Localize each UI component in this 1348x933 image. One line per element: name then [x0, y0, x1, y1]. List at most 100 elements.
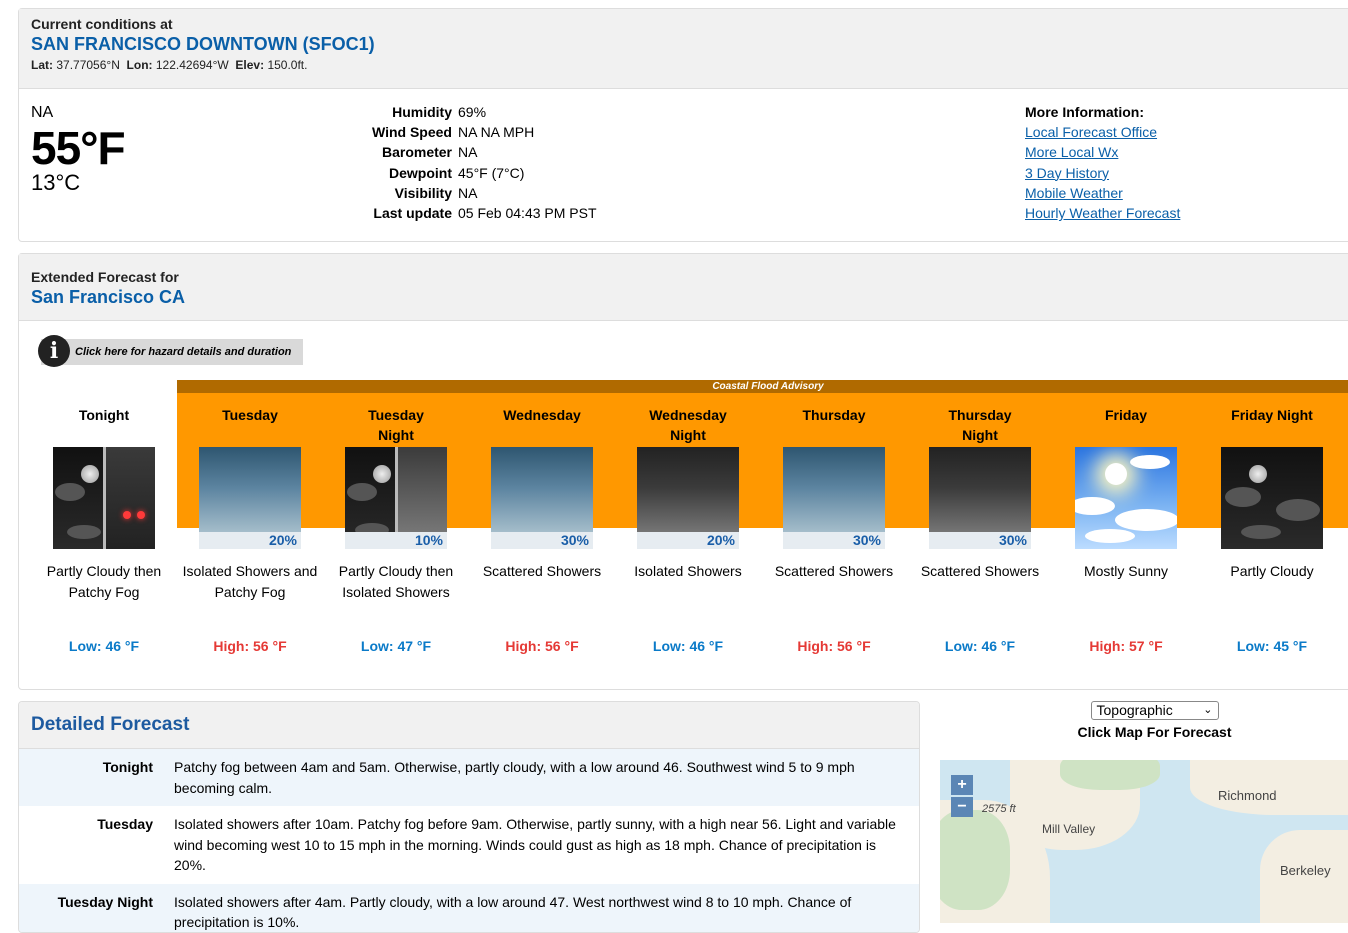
zoom-in-button[interactable]: + — [951, 775, 973, 795]
mobile-weather-link[interactable]: Mobile Weather — [1025, 185, 1123, 201]
detail-row-barometer: BarometerNA — [369, 142, 600, 162]
period-name: Wednesday Night — [615, 405, 761, 447]
forecast-period[interactable]: Thursday Night 30% Scattered Showers Low: 4… — [907, 405, 1053, 654]
period-description: Partly Cloudy then Isolated Showers — [323, 561, 469, 625]
current-summary: NA 55°F 13°C — [31, 104, 125, 194]
period-name: Tuesday — [177, 405, 323, 447]
period-temperature: High: 56 °F — [761, 638, 907, 654]
more-information: More Information: Local Forecast Office … — [1025, 102, 1180, 223]
period-temperature: Low: 46 °F — [907, 638, 1053, 654]
map-hint: Click Map For Forecast — [1062, 724, 1247, 740]
map-label-mill-valley: Mill Valley — [1042, 822, 1095, 836]
period-temperature: Low: 45 °F — [1199, 638, 1345, 654]
more-local-wx-link[interactable]: More Local Wx — [1025, 144, 1118, 160]
detail-key: Wind Speed — [369, 122, 455, 142]
period-temperature: High: 56 °F — [469, 638, 615, 654]
detail-forecast-row: Tonight Patchy fog between 4am and 5am. … — [19, 749, 919, 806]
elev-label: Elev: — [235, 58, 264, 72]
period-description: Isolated Showers — [615, 561, 761, 625]
detail-forecast-row: Tuesday Isolated showers after 10am. Pat… — [19, 806, 919, 884]
detail-value: NA NA MPH — [455, 122, 600, 142]
local-forecast-office-link[interactable]: Local Forecast Office — [1025, 124, 1157, 140]
forecast-period[interactable]: Wednesday30%Scattered ShowersHigh: 56 °F — [469, 405, 615, 654]
lon-value: 122.42694°W — [156, 58, 229, 72]
map-type-select[interactable]: Topographic ⌄ — [1091, 701, 1219, 720]
map-tools: Topographic ⌄ Click Map For Forecast — [1062, 701, 1247, 740]
forecast-period[interactable]: FridayMostly SunnyHigh: 57 °F — [1053, 405, 1199, 654]
current-conditions-header: Current conditions at SAN FRANCISCO DOWN… — [19, 9, 1348, 89]
coastal-flood-advisory-bar[interactable]: Coastal Flood Advisory — [177, 380, 1348, 393]
period-description: Scattered Showers — [907, 561, 1053, 625]
zoom-out-button[interactable]: − — [951, 797, 973, 817]
forecast-period[interactable]: Thursday30%Scattered ShowersHigh: 56 °F — [761, 405, 907, 654]
detail-text: Isolated showers after 4am. Partly cloud… — [174, 892, 919, 933]
hourly-forecast-link[interactable]: Hourly Weather Forecast — [1025, 205, 1180, 221]
forecast-period[interactable]: Wednesday Night 20% Isolated Showers Low: 4… — [615, 405, 761, 654]
detail-forecast-row: Tuesday Night Isolated showers after 4am… — [19, 884, 919, 933]
detailed-forecast-panel: Detailed Forecast Tonight Patchy fog bet… — [18, 701, 920, 933]
detailed-forecast-heading: Detailed Forecast — [19, 702, 919, 749]
lat-value: 37.77056°N — [56, 58, 120, 72]
night-showers-icon: 20% — [637, 447, 739, 549]
detail-key: Visibility — [369, 183, 455, 203]
showers-icon: 30% — [783, 447, 885, 549]
night-cloudy-showers-icon: 10% — [345, 447, 447, 549]
night-showers-icon: 30% — [929, 447, 1031, 549]
hazard-details-button[interactable]: Click here for hazard details and durati… — [41, 339, 303, 365]
detail-key: Dewpoint — [369, 163, 455, 183]
period-name: Friday Night — [1199, 405, 1345, 447]
detail-row-humidity: Humidity69% — [369, 102, 600, 122]
map-label-richmond: Richmond — [1218, 788, 1277, 803]
period-name: Tonight — [31, 405, 177, 447]
detail-period: Tuesday — [19, 814, 174, 876]
night-partly-cloudy-fog-icon — [53, 447, 155, 549]
period-description: Scattered Showers — [761, 561, 907, 625]
period-name: Tuesday Night — [323, 405, 469, 447]
map-label-elevation: 2575 ft — [982, 803, 1016, 815]
current-conditions-heading: Current conditions at — [31, 16, 1347, 32]
forecast-period[interactable]: TonightPartly Cloudy then Patchy FogLow:… — [31, 405, 177, 654]
detail-value: 45°F (7°C) — [455, 163, 600, 183]
lat-label: Lat: — [31, 58, 53, 72]
info-icon[interactable]: i — [38, 335, 70, 367]
extended-forecast-panel: Extended Forecast for San Francisco CA C… — [18, 253, 1348, 690]
period-temperature: Low: 46 °F — [615, 638, 761, 654]
period-name: Friday — [1053, 405, 1199, 447]
station-name: SAN FRANCISCO DOWNTOWN (SFOC1) — [31, 34, 1347, 55]
precip-chance: 10% — [345, 532, 447, 549]
forecast-period[interactable]: Friday NightPartly CloudyLow: 45 °F — [1199, 405, 1345, 654]
detail-value: 69% — [455, 102, 600, 122]
precip-chance: 20% — [637, 532, 739, 549]
detail-key: Humidity — [369, 102, 455, 122]
period-description: Mostly Sunny — [1053, 561, 1199, 625]
forecast-location: San Francisco CA — [31, 287, 1347, 308]
mostly-sunny-icon — [1075, 447, 1177, 549]
showers-icon: 30% — [491, 447, 593, 549]
night-partly-cloudy-icon — [1221, 447, 1323, 549]
current-condition: NA — [31, 104, 125, 122]
detail-period: Tuesday Night — [19, 892, 174, 933]
forecast-period[interactable]: Tuesday Night 10% Partly Cloudy then Isola… — [323, 405, 469, 654]
period-temperature: Low: 47 °F — [323, 638, 469, 654]
detail-value: NA — [455, 183, 600, 203]
detail-row-visibility: VisibilityNA — [369, 183, 600, 203]
station-coordinates: Lat: 37.77056°N Lon: 122.42694°W Elev: 1… — [31, 58, 1347, 72]
three-day-history-link[interactable]: 3 Day History — [1025, 165, 1109, 181]
forecast-map[interactable]: + − 2575 ft Mill Valley Richmond Berkele… — [940, 760, 1348, 923]
showers-icon: 20% — [199, 447, 301, 549]
period-temperature: Low: 46 °F — [31, 638, 177, 654]
detail-text: Patchy fog between 4am and 5am. Otherwis… — [174, 757, 919, 798]
map-park — [1060, 760, 1160, 790]
precip-chance: 20% — [199, 532, 301, 549]
detail-row-last-update: Last update05 Feb 04:43 PM PST — [369, 203, 600, 223]
map-park — [940, 810, 1010, 910]
period-name: Thursday Night — [907, 405, 1053, 447]
detail-key: Barometer — [369, 142, 455, 162]
detail-period: Tonight — [19, 757, 174, 798]
extended-forecast-heading: Extended Forecast for — [31, 269, 1347, 285]
precip-chance: 30% — [929, 532, 1031, 549]
extended-forecast-header: Extended Forecast for San Francisco CA — [19, 254, 1348, 321]
forecast-period[interactable]: Tuesday20%Isolated Showers and Patchy Fo… — [177, 405, 323, 654]
detail-text: Isolated showers after 10am. Patchy fog … — [174, 814, 919, 876]
lon-label: Lon: — [127, 58, 153, 72]
